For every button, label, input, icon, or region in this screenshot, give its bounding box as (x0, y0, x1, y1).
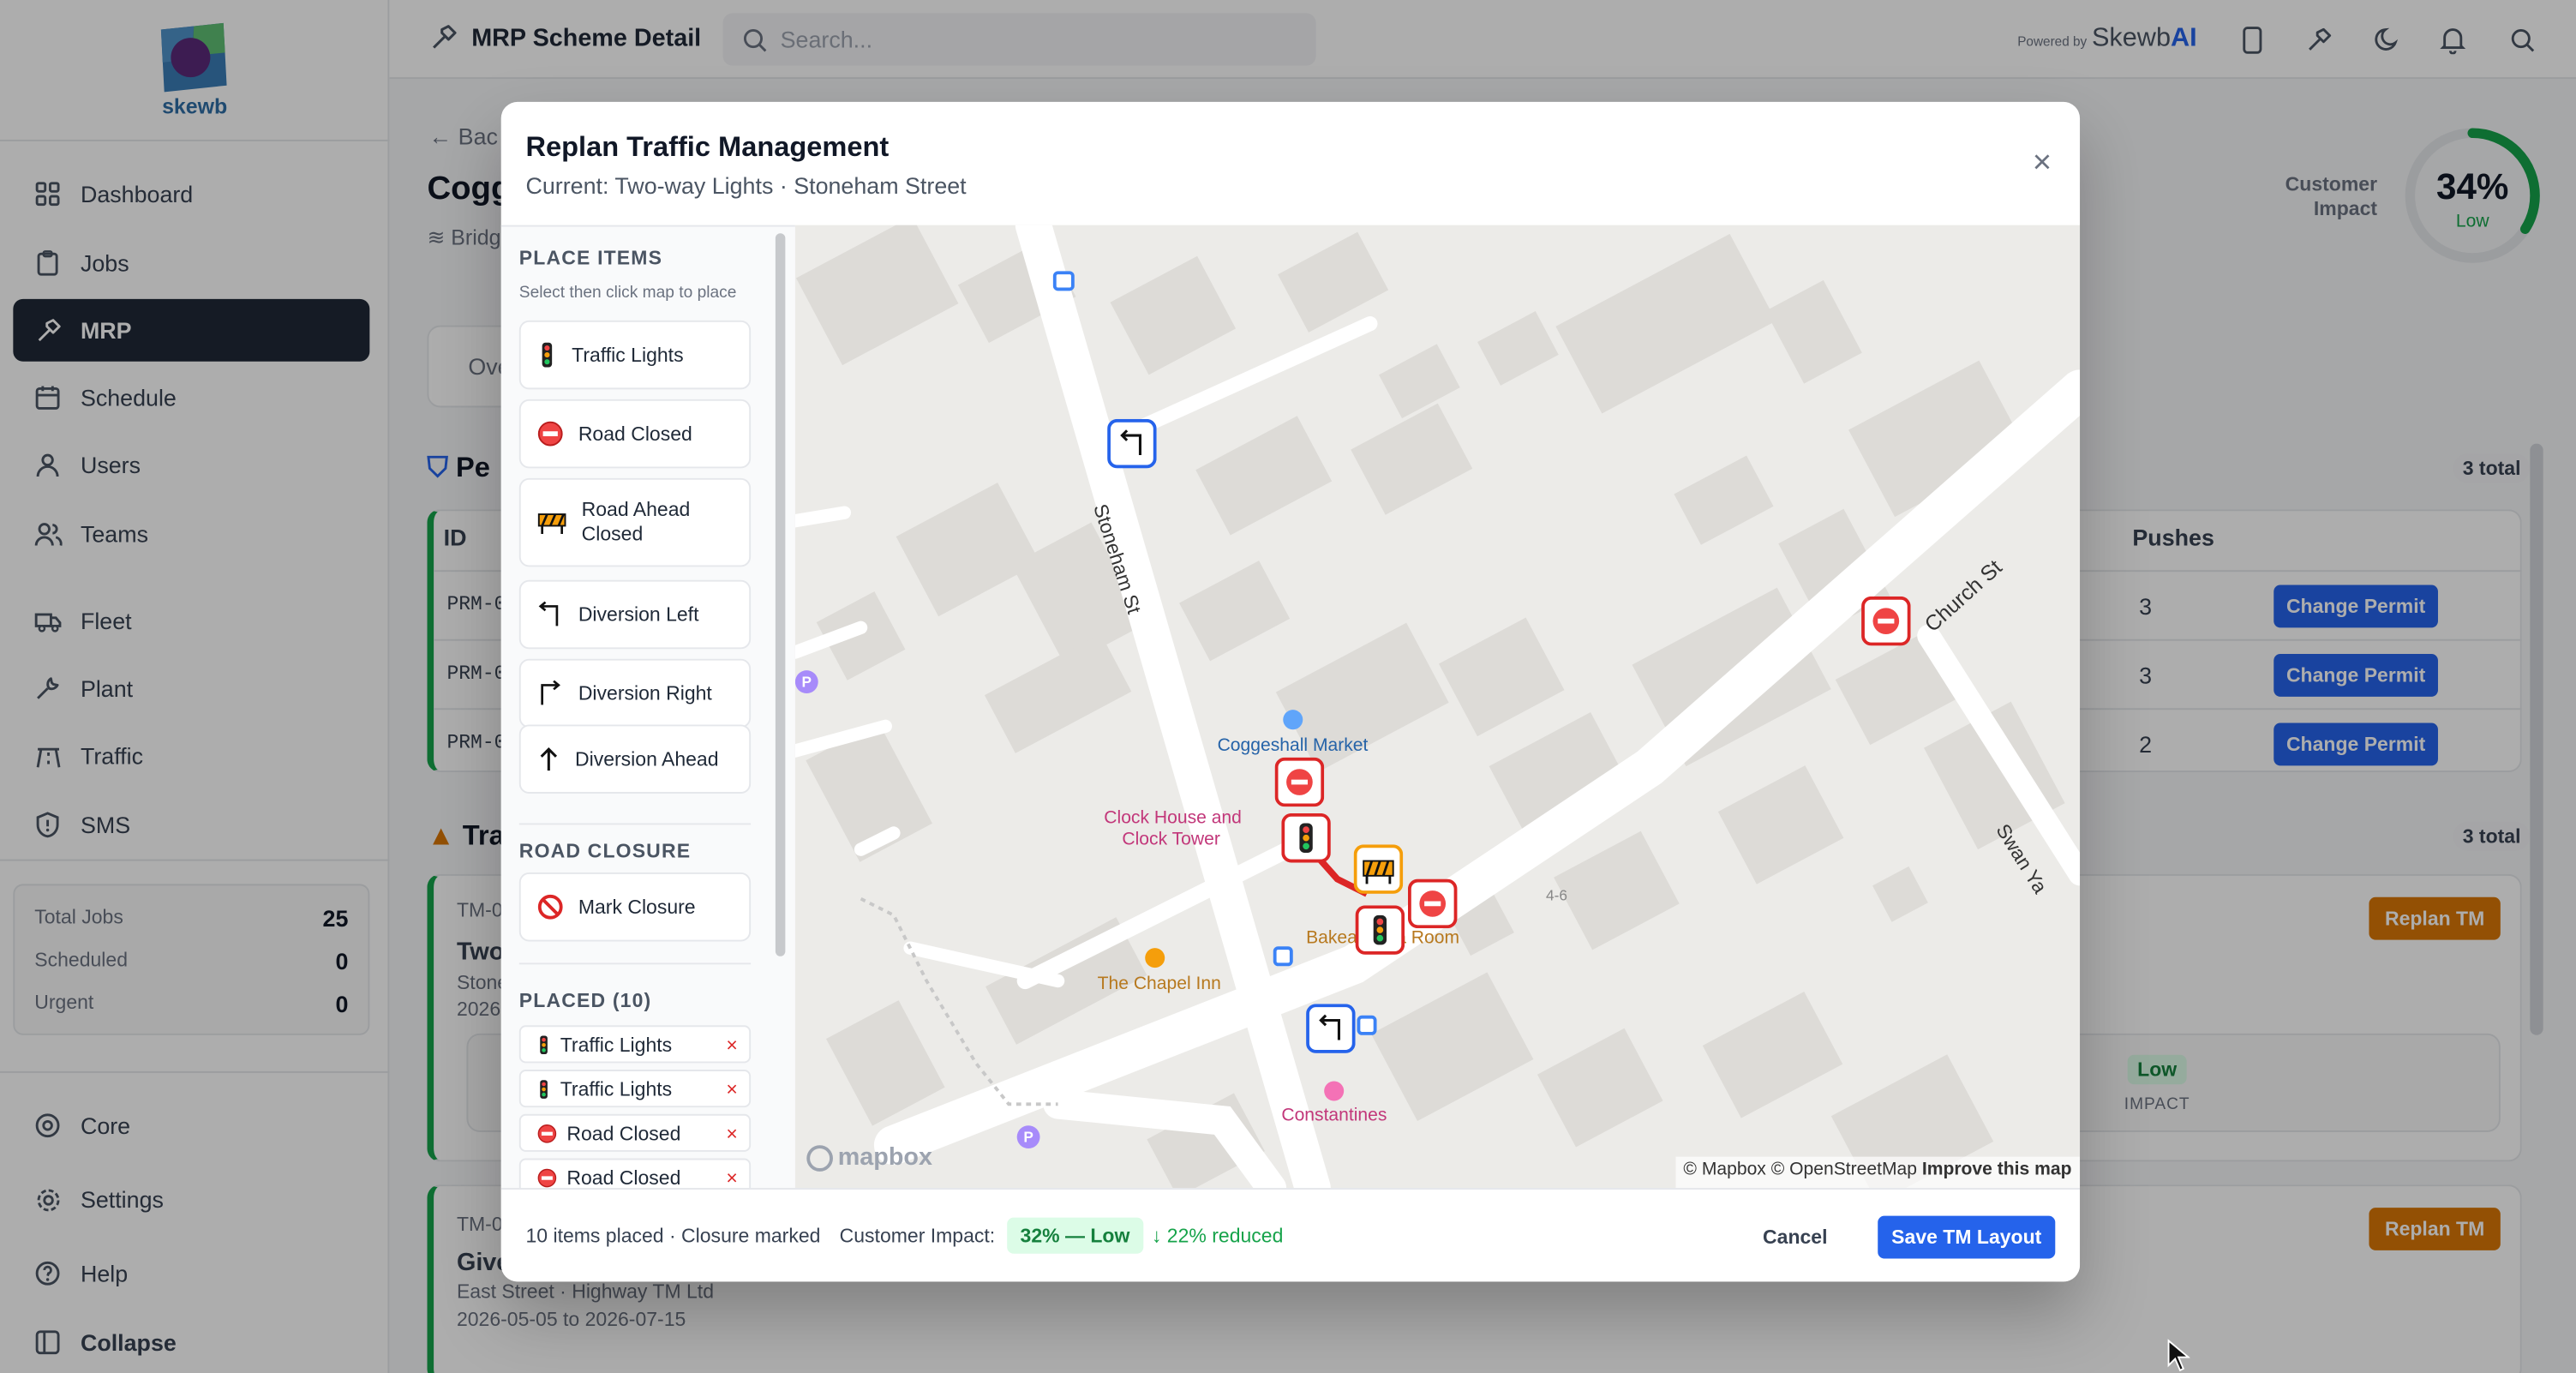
divider (518, 962, 752, 965)
barrier-icon (537, 509, 567, 536)
remove-icon[interactable]: × (726, 1166, 737, 1188)
placed-diversion-left-marker[interactable] (1306, 1004, 1356, 1061)
palette-scrollbar[interactable] (775, 233, 786, 956)
placed-item: Traffic Lights × (518, 1025, 752, 1064)
divider (518, 823, 752, 825)
mapbox-logo: mapbox (806, 1143, 932, 1172)
tm-map[interactable]: Stoneham St Church St Swan Ya Coggeshall Ma… (794, 225, 2081, 1189)
traffic-light-icon (536, 1079, 551, 1099)
place-diversion-ahead-button[interactable]: Diversion Ahead (518, 724, 752, 794)
arrow-down-icon: ↓ (1151, 1224, 1162, 1248)
arrow-right-turn-icon (537, 680, 564, 707)
placed-road-closed-marker[interactable] (1274, 757, 1325, 815)
remove-icon[interactable]: × (726, 1122, 737, 1145)
placed-traffic-lights-marker[interactable] (1281, 812, 1331, 871)
modal-title: Replan Traffic Management (525, 131, 890, 163)
poi-label-clock-house: Clock House and (1104, 808, 1242, 829)
traffic-light-icon (537, 342, 557, 369)
pub-icon (1145, 948, 1165, 968)
impact-badge: 32% — Low (1007, 1217, 1143, 1254)
address-number: 4-6 (1545, 887, 1567, 904)
no-entry-icon (537, 1123, 557, 1142)
place-road-closed-button[interactable]: Road Closed (518, 399, 752, 469)
replan-tm-modal: Replan Traffic Management Current: Two-w… (500, 101, 2081, 1282)
shop-icon (1324, 1081, 1345, 1101)
mouse-cursor (2167, 1339, 2190, 1372)
bus-stop-icon (1357, 1015, 1377, 1035)
place-road-ahead-closed-button[interactable]: Road Ahead Closed (518, 477, 752, 567)
modal-subtitle: Current: Two-way Lights · Stoneham Stree… (525, 172, 967, 199)
parking-icon: P (1016, 1125, 1040, 1149)
save-tm-layout-button[interactable]: Save TM Layout (1878, 1215, 2056, 1259)
mark-closure-button[interactable]: Mark Closure (518, 872, 752, 942)
place-traffic-lights-button[interactable]: Traffic Lights (518, 320, 752, 390)
cancel-button[interactable]: Cancel (1763, 1218, 1827, 1257)
place-diversion-right-button[interactable]: Diversion Right (518, 658, 752, 728)
road-closure-heading: ROAD CLOSURE (518, 839, 692, 863)
remove-icon[interactable]: × (726, 1034, 737, 1057)
item-palette: PLACE ITEMS Select then click map to pla… (500, 225, 795, 1189)
no-entry-icon (537, 1167, 557, 1187)
bus-stop-icon (1052, 271, 1075, 291)
no-entry-icon (537, 421, 564, 447)
prohibited-icon (537, 894, 564, 920)
traffic-light-icon (536, 1034, 551, 1054)
placed-item: Road Closed × (518, 1158, 752, 1189)
place-items-heading: PLACE ITEMS (518, 246, 663, 270)
placed-diversion-left-marker[interactable] (1107, 418, 1157, 477)
arrow-up-icon (537, 746, 560, 772)
poi-label-market: Coggeshall Market (1217, 735, 1369, 756)
impact-label: Customer Impact: (839, 1224, 996, 1248)
arrow-left-turn-icon (537, 601, 564, 628)
close-icon[interactable]: × (2028, 147, 2058, 179)
placement-summary: 10 items placed · Closure marked (525, 1224, 821, 1248)
placed-item: Road Closed × (518, 1113, 752, 1152)
place-diversion-left-button[interactable]: Diversion Left (518, 579, 752, 650)
place-items-hint: Select then click map to place (518, 284, 737, 303)
placed-traffic-lights-marker[interactable] (1355, 905, 1405, 962)
poi-label-constantines: Constantines (1281, 1106, 1387, 1126)
placed-item: Traffic Lights × (518, 1070, 752, 1108)
modal-footer: 10 items placed · Closure marked Custome… (500, 1188, 2081, 1282)
placed-road-closed-marker[interactable] (1407, 878, 1458, 937)
impact-reduction: ↓ 22% reduced (1151, 1224, 1284, 1248)
placed-road-closed-marker[interactable] (1861, 596, 1911, 654)
placed-road-ahead-closed-marker[interactable] (1353, 844, 1404, 902)
parking-icon: P (794, 670, 818, 694)
remove-icon[interactable]: × (726, 1078, 737, 1101)
improve-map-link[interactable]: Improve this map (1922, 1160, 2072, 1179)
map-attribution: © Mapbox © OpenStreetMap Improve this ma… (1674, 1156, 2081, 1189)
placed-heading: PLACED (10) (518, 989, 652, 1012)
poi-label-chapel-inn: The Chapel Inn (1097, 974, 1221, 994)
poi-label-clock-tower: Clock Tower (1122, 830, 1220, 850)
bus-stop-icon (1273, 946, 1293, 967)
map-canvas (794, 225, 2081, 1189)
market-icon (1283, 710, 1303, 730)
